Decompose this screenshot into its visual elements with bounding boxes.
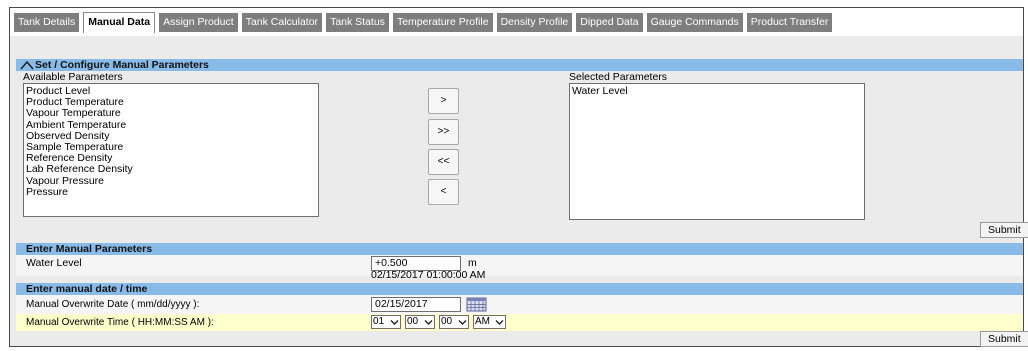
selected-parameters-label: Selected Parameters bbox=[569, 71, 668, 83]
tab-manual-data[interactable]: Manual Data bbox=[83, 12, 156, 33]
configure-section-header[interactable]: Set / Configure Manual Parameters bbox=[16, 59, 1023, 71]
tab-tank-details[interactable]: Tank Details bbox=[14, 13, 80, 32]
list-item[interactable]: Pressure bbox=[26, 186, 316, 198]
collapse-chevron-icon[interactable] bbox=[20, 60, 34, 70]
water-level-unit: m bbox=[468, 257, 477, 269]
list-item[interactable]: Vapour Temperature bbox=[26, 108, 316, 119]
tab-gauge-commands[interactable]: Gauge Commands bbox=[646, 13, 743, 32]
ampm-select[interactable]: AM bbox=[473, 315, 506, 329]
manual-parameters-section-title: Enter Manual Parameters bbox=[26, 243, 153, 255]
overwrite-time-label: Manual Overwrite Time ( HH:MM:SS AM ): bbox=[26, 317, 214, 328]
selected-parameters-list[interactable]: Water Level bbox=[569, 83, 865, 220]
tab-tank-calculator[interactable]: Tank Calculator bbox=[241, 13, 323, 32]
add-all-button[interactable]: >> bbox=[428, 119, 459, 145]
hour-select[interactable]: 01 bbox=[371, 315, 401, 329]
tab-dipped-data[interactable]: Dipped Data bbox=[576, 13, 643, 32]
datetime-section-header: Enter manual date / time bbox=[16, 283, 1023, 295]
list-item[interactable]: Water Level bbox=[572, 85, 862, 97]
chevron-down-icon bbox=[424, 320, 433, 325]
overwrite-time-row: Manual Overwrite Time ( HH:MM:SS AM ): 0… bbox=[16, 314, 1023, 331]
available-parameters-list[interactable]: Product Level Product Temperature Vapour… bbox=[23, 83, 319, 217]
list-item[interactable]: Vapour Pressure bbox=[26, 175, 316, 187]
minute-select[interactable]: 00 bbox=[405, 315, 435, 329]
overwrite-date-input[interactable]: 02/15/2017 bbox=[371, 297, 461, 312]
configure-section-title: Set / Configure Manual Parameters bbox=[35, 59, 209, 71]
overwrite-date-row: Manual Overwrite Date ( mm/dd/yyyy ): 02… bbox=[16, 295, 1023, 314]
datetime-section-title: Enter manual date / time bbox=[26, 283, 148, 295]
water-level-timestamp: 02/15/2017 01:00:00 AM bbox=[371, 269, 486, 281]
remove-selected-button[interactable]: < bbox=[428, 179, 459, 205]
calendar-icon[interactable] bbox=[466, 297, 487, 312]
datetime-submit-button[interactable]: Submit bbox=[980, 331, 1028, 347]
available-parameters-label: Available Parameters bbox=[23, 71, 123, 83]
tab-temperature-profile[interactable]: Temperature Profile bbox=[392, 13, 493, 32]
tab-assign-product[interactable]: Assign Product bbox=[159, 13, 238, 32]
add-selected-button[interactable]: > bbox=[428, 88, 459, 114]
water-level-label: Water Level bbox=[26, 257, 82, 269]
tab-density-profile[interactable]: Density Profile bbox=[496, 13, 573, 32]
manual-parameters-section-header: Enter Manual Parameters bbox=[16, 243, 1023, 255]
list-item[interactable]: Lab Reference Density bbox=[26, 164, 316, 175]
tab-bar: Tank Details Manual Data Assign Product … bbox=[10, 8, 1023, 36]
chevron-down-icon bbox=[390, 320, 399, 325]
chevron-down-icon bbox=[458, 320, 467, 325]
remove-all-button[interactable]: << bbox=[428, 149, 459, 175]
second-select[interactable]: 00 bbox=[439, 315, 469, 329]
overwrite-date-label: Manual Overwrite Date ( mm/dd/yyyy ): bbox=[26, 299, 200, 310]
tab-product-transfer[interactable]: Product Transfer bbox=[746, 13, 833, 32]
manual-data-panel: Tank Details Manual Data Assign Product … bbox=[9, 7, 1028, 347]
water-level-row: Water Level +0.500 m 02/15/2017 01:00:00… bbox=[16, 255, 1023, 281]
configure-submit-button[interactable]: Submit bbox=[980, 222, 1028, 238]
tab-tank-status[interactable]: Tank Status bbox=[326, 13, 389, 32]
chevron-down-icon bbox=[495, 320, 504, 325]
